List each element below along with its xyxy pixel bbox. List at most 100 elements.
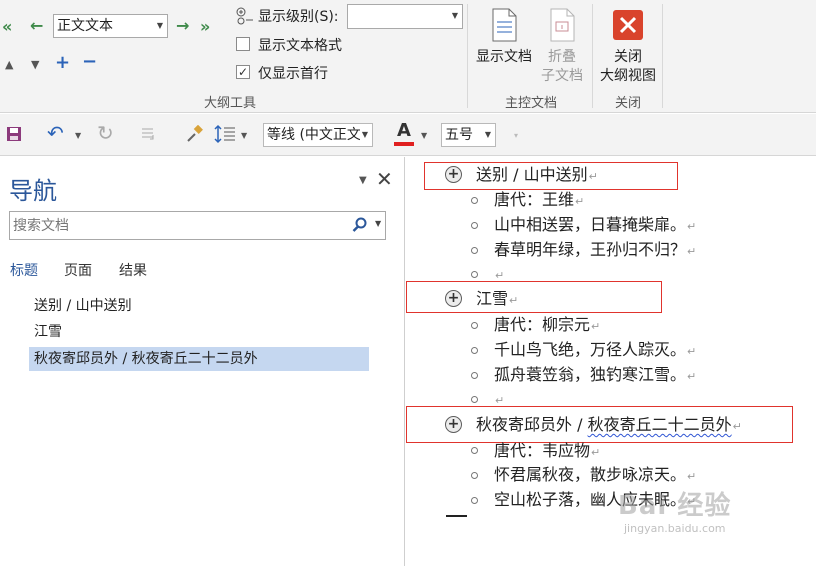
body-bullet-icon xyxy=(471,222,478,229)
font-size-select[interactable]: 五号 ▼ xyxy=(441,123,496,147)
double-right-arrow-icon[interactable]: » xyxy=(200,19,210,35)
nav-heading-item[interactable]: 江雪 xyxy=(29,320,369,344)
chevron-down-icon: ▼ xyxy=(482,124,491,146)
search-input[interactable] xyxy=(10,212,340,239)
body-bullet-icon xyxy=(471,322,478,329)
paragraph-mark: ↵ xyxy=(575,195,585,208)
outline-body-line[interactable]: ↵ xyxy=(494,263,504,287)
body-bullet-icon xyxy=(471,497,478,504)
triangle-down-icon[interactable]: ▼ xyxy=(31,58,39,71)
chevron-down-icon: ▼ xyxy=(451,11,458,20)
outline-body-line[interactable]: 唐代：柳宗元↵ xyxy=(494,314,600,338)
nav-options-chevron-icon[interactable]: ▼ xyxy=(359,175,367,186)
heading-text-part: 秋夜寄邱员外 / xyxy=(476,415,588,434)
show-level-label: 显示级别(S): xyxy=(258,9,339,25)
search-icon[interactable] xyxy=(352,217,368,237)
tab-pages[interactable]: 页面 xyxy=(64,260,92,280)
outline-level-dropdown[interactable]: 正文文本 ▼ xyxy=(53,14,168,38)
outline-body-line[interactable]: 唐代：韦应物↵ xyxy=(494,440,600,464)
save-icon[interactable] xyxy=(6,126,22,145)
outline-body-line[interactable]: 千山鸟飞绝，万径人踪灭。↵ xyxy=(494,339,696,363)
heading-text-spellcheck: 秋夜寄丘二十二员外 xyxy=(587,415,732,434)
close-outline-view-label-line2: 大纲视图 xyxy=(600,68,656,84)
outline-body-line[interactable]: 孤舟蓑笠翁，独钓寒江雪。↵ xyxy=(494,364,696,388)
paragraph-mark: ↵ xyxy=(687,220,697,233)
body-text: 唐代：韦应物 xyxy=(494,441,591,460)
body-bullet-icon xyxy=(471,197,478,204)
body-bullet-icon xyxy=(471,347,478,354)
body-text: 山中相送罢，日暮掩柴扉。 xyxy=(494,215,687,234)
document-icon xyxy=(490,8,518,46)
outline-body-line[interactable]: 唐代：王维↵ xyxy=(494,189,584,213)
chevron-down-icon[interactable]: ▼ xyxy=(421,128,427,144)
expand-heading-icon[interactable]: + xyxy=(445,290,462,307)
outline-heading[interactable]: 送别 / 山中送别↵ xyxy=(476,164,598,188)
close-icon[interactable]: ✕ xyxy=(376,169,393,189)
paragraph-mark: ↵ xyxy=(588,170,598,183)
plus-icon[interactable]: + xyxy=(55,54,70,72)
font-name-select[interactable]: 等线 (中文正文 ▼ xyxy=(263,123,373,147)
ribbon: « ← 正文文本 ▼ → » 显示级别(S): ▼ 显示文本格式 ✓ 仅显示首行… xyxy=(0,0,816,113)
group-label-outline-tools: 大纲工具 xyxy=(203,96,256,111)
font-color-letter: A xyxy=(397,120,411,141)
chevron-down-icon[interactable]: ▼ xyxy=(241,128,247,144)
outline-body-line[interactable]: 山中相送罢，日暮掩柴扉。↵ xyxy=(494,214,696,238)
outline-heading[interactable]: 秋夜寄邱员外 / 秋夜寄丘二十二员外↵ xyxy=(476,414,742,438)
document-icon xyxy=(548,8,576,46)
font-color-icon[interactable]: A xyxy=(394,122,414,146)
show-level-icon xyxy=(235,6,255,30)
show-text-formatting-checkbox[interactable] xyxy=(236,37,250,51)
paintbrush-icon[interactable] xyxy=(186,124,204,146)
outline-body-line[interactable]: ↵ xyxy=(494,388,504,412)
show-level-dropdown[interactable]: ▼ xyxy=(347,4,463,29)
document-area[interactable]: + 送别 / 山中送别↵ 唐代：王维↵ 山中相送罢，日暮掩柴扉。↵ 春草明年绿，… xyxy=(406,157,816,566)
heading-text: 江雪 xyxy=(476,289,509,308)
customize-toolbar-icon[interactable]: ▾ xyxy=(514,128,518,144)
triangle-up-icon[interactable]: ▲ xyxy=(5,58,13,71)
font-name-value: 等线 (中文正文 xyxy=(267,127,361,143)
close-outline-view-button[interactable]: 关闭 大纲视图 xyxy=(596,4,660,88)
body-bullet-icon xyxy=(471,372,478,379)
tab-headings[interactable]: 标题 xyxy=(10,260,38,280)
tab-results[interactable]: 结果 xyxy=(119,260,147,280)
paragraph-mark: ↵ xyxy=(732,420,742,433)
close-outline-view-label-line1: 关闭 xyxy=(614,49,642,65)
show-text-formatting-label: 显示文本格式 xyxy=(258,38,342,54)
quick-access-toolbar: ↶ ▼ ↻ ▼ 等线 (中文正文 ▼ A ▼ 五号 ▼ ▾ xyxy=(0,114,816,156)
expand-heading-icon[interactable]: + xyxy=(445,416,462,433)
close-icon xyxy=(613,10,643,40)
paragraph-mark: ↵ xyxy=(687,345,697,358)
body-bullet-icon xyxy=(471,271,478,278)
right-arrow-icon[interactable]: → xyxy=(176,18,189,34)
redo-icon[interactable]: ↻ xyxy=(97,123,114,143)
expand-heading-icon[interactable]: + xyxy=(445,166,462,183)
body-text: 唐代：柳宗元 xyxy=(494,315,591,334)
body-text: 孤舟蓑笠翁，独钓寒江雪。 xyxy=(494,365,687,384)
body-text: 春草明年绿，王孙归不归？ xyxy=(494,240,687,259)
minus-icon[interactable]: − xyxy=(82,53,97,71)
format-painter-icon[interactable] xyxy=(140,126,156,145)
left-arrow-icon[interactable]: ← xyxy=(30,18,43,34)
nav-search-box: ▼ xyxy=(9,211,386,240)
outline-body-line[interactable]: 春草明年绿，王孙归不归？↵ xyxy=(494,239,696,263)
collapse-subdocs-button[interactable]: 折叠 子文档 xyxy=(536,4,588,88)
outline-heading[interactable]: 江雪↵ xyxy=(476,288,518,312)
collapse-subdocs-label-line1: 折叠 xyxy=(548,49,576,65)
nav-heading-item[interactable]: 送别 / 山中送别 xyxy=(29,294,369,318)
paragraph-mark: ↵ xyxy=(591,446,601,459)
double-left-arrow-icon[interactable]: « xyxy=(2,19,12,35)
font-size-value: 五号 xyxy=(445,127,473,143)
end-of-document-marker xyxy=(446,515,467,517)
show-first-line-only-label: 仅显示首行 xyxy=(258,66,328,82)
group-divider xyxy=(662,4,663,108)
show-document-button[interactable]: 显示文档 xyxy=(472,4,536,88)
paragraph-mark: ↵ xyxy=(687,470,697,483)
chevron-down-icon[interactable]: ▼ xyxy=(375,219,381,228)
show-first-line-only-checkbox[interactable]: ✓ xyxy=(236,65,250,79)
undo-icon[interactable]: ↶ xyxy=(47,123,64,143)
font-color-bar xyxy=(394,142,414,146)
nav-heading-item[interactable]: 秋夜寄邱员外 / 秋夜寄丘二十二员外 xyxy=(29,347,369,371)
navigation-pane: 导航 ▼ ✕ ▼ 标题 页面 结果 送别 / 山中送别 江雪 秋夜寄邱员外 / … xyxy=(0,157,405,566)
chevron-down-icon[interactable]: ▼ xyxy=(75,128,81,144)
line-spacing-icon[interactable] xyxy=(214,124,236,147)
